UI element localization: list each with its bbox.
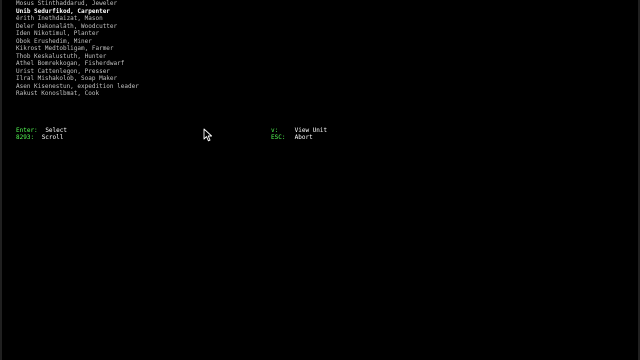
game-screen: Mosus Stinthaddarud, Jeweler Unib Sedurfi… <box>0 0 640 360</box>
hotkey-view-action: View Unit <box>294 127 328 134</box>
unit-list-item[interactable]: Thob Keskalustuth, Hunter <box>16 53 139 61</box>
unit-list-item[interactable]: Deler Dakonaläth, Woodcutter <box>16 23 139 31</box>
unit-list-item[interactable]: Urist Cattenlegon, Presser <box>16 68 139 76</box>
hotkey-esc-key: ESC: <box>271 134 286 141</box>
unit-list-item[interactable]: Obok Erushedim, Miner <box>16 38 139 46</box>
unit-list-item[interactable]: Kikrost Medtobligam, Farmer <box>16 45 139 53</box>
unit-list: Mosus Stinthaddarud, Jeweler Unib Sedurfi… <box>16 0 139 98</box>
unit-list-item[interactable]: Mosus Stinthaddarud, Jeweler <box>16 0 139 8</box>
hotkey-enter-key: Enter: <box>16 127 38 134</box>
unit-list-item[interactable]: Rakust Konoslbmat, Cook <box>16 90 139 98</box>
hotkey-scroll-key: 8293: <box>16 134 35 141</box>
hotkey-scroll-action: Scroll <box>41 134 64 141</box>
hotkey-abort[interactable]: ESC: Abort <box>271 134 313 142</box>
mouse-pointer-icon <box>203 128 213 142</box>
window-edge-left <box>0 0 2 360</box>
unit-list-item[interactable]: Iden Nikotimul, Planter <box>16 30 139 38</box>
unit-list-item[interactable]: Athel Bomrekkogan, Fisherdwarf <box>16 60 139 68</box>
unit-list-item[interactable]: Unib Sedurfikod, Carpenter <box>16 8 139 16</box>
hotkey-scroll[interactable]: 8293: Scroll <box>16 134 63 142</box>
unit-list-item[interactable]: Ilral Mishakolob, Soap Maker <box>16 75 139 83</box>
hotkey-esc-action: Abort <box>294 134 313 141</box>
hotkey-enter-action: Select <box>45 127 67 134</box>
unit-list-item[interactable]: Asen Kisenestun, expedition leader <box>16 83 139 91</box>
unit-list-item[interactable]: ёrith Inethdaizat, Mason <box>16 15 139 23</box>
